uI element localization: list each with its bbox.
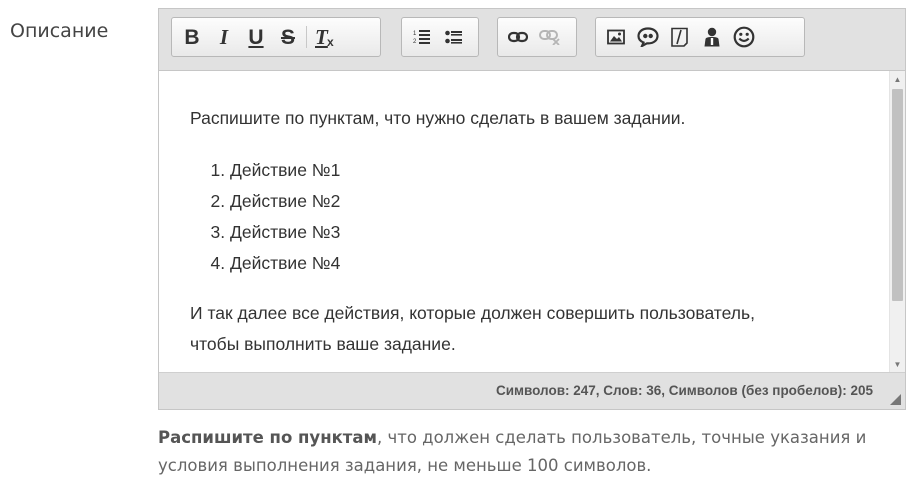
blockquote-button[interactable] [632,22,664,52]
toolbar-separator [306,26,307,48]
list-item: Действие №3 [230,217,340,248]
character-counter: Символов: 247, Слов: 36, Символов (без п… [495,383,873,398]
content-numbered-list: Действие №1 Действие №2 Действие №3 Дейс… [190,155,340,279]
hint-rest-text: , что должен сделать пользователь, точны… [376,428,867,447]
toolbar-group-lists: 1 2 [401,17,479,57]
editor-toolbar: B I U S T x 1 2 [159,9,905,71]
underline-button[interactable]: U [240,22,272,52]
editor-statusbar: Символов: 247, Слов: 36, Символов (без п… [159,372,905,409]
list-item: Действие №2 [230,186,340,217]
scrollbar-thumb[interactable] [892,89,903,301]
hint-line-2: условия выполнения задания, не меньше 10… [158,456,652,475]
list-item: Действие №1 [230,155,340,186]
bold-button[interactable]: B [176,22,208,52]
bulleted-list-icon [445,30,462,44]
spoiler-button[interactable] [664,22,696,52]
image-button[interactable] [600,22,632,52]
numbered-list-icon: 1 2 [413,30,430,45]
strikethrough-icon: S [280,25,295,49]
remove-format-icon: T x [315,25,334,49]
image-icon [607,29,625,45]
italic-button[interactable]: I [208,22,240,52]
scroll-up-arrow-icon[interactable]: ▲ [890,71,905,87]
list-item: Действие №4 [230,248,340,279]
numbered-list-button[interactable]: 1 2 [406,22,438,52]
remove-format-button[interactable]: T x [309,22,341,52]
field-hint: Распишите по пунктам, что должен сделать… [158,424,914,480]
content-outro-line-1: И так далее все действия, которые должен… [190,303,755,323]
toolbar-group-links [497,17,577,57]
toolbar-group-insert [595,17,805,57]
unlink-icon [539,30,560,45]
hint-bold-text: Распишите по пунктам [158,428,377,447]
content-outro-line-2: чтобы выполнить ваше задание. [190,334,456,354]
underline-icon: U [248,25,264,49]
hint-line-1: Распишите по пунктам, что должен сделать… [158,424,914,452]
toolbar-group-formatting: B I U S T x [171,17,381,57]
spoiler-icon [671,27,688,47]
link-button[interactable] [502,22,534,52]
user-button[interactable] [696,22,728,52]
italic-icon: I [219,24,229,49]
scroll-down-arrow-icon[interactable]: ▼ [890,356,905,372]
resize-handle-icon[interactable] [888,392,902,406]
bold-icon: B [184,25,200,49]
rich-text-editor: B I U S T x 1 2 Распишите по пунктам, чт… [158,8,906,410]
link-icon [508,31,528,43]
field-label-description: Описание [10,20,109,42]
unlink-button[interactable] [534,22,566,52]
blockquote-icon [637,27,659,47]
svg-text:1: 1 [413,31,417,37]
svg-text:2: 2 [413,39,417,45]
editor-content-area[interactable]: Распишите по пунктам, что нужно сделать … [159,71,889,372]
editor-scrollbar[interactable]: ▲ ▼ [889,71,905,372]
bulleted-list-button[interactable] [438,22,470,52]
smiley-button[interactable] [728,22,760,52]
content-intro-paragraph: Распишите по пунктам, что нужно сделать … [190,108,686,128]
user-icon [704,27,720,47]
strikethrough-button[interactable]: S [272,22,304,52]
smiley-icon [733,26,755,48]
